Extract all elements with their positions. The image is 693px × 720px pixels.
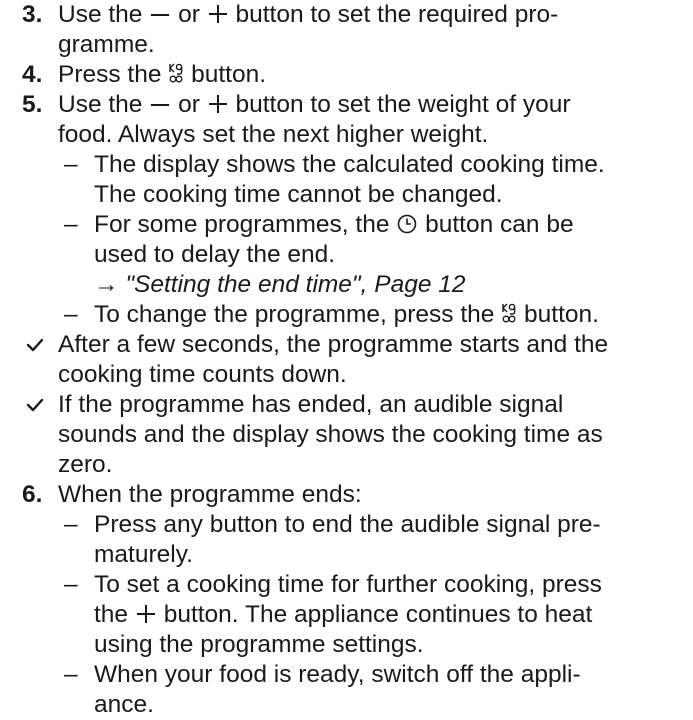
kg-weight-icon — [502, 303, 516, 323]
arrow-icon: → — [94, 271, 119, 298]
dash-bullet: – — [64, 511, 78, 538]
dash-bullet: – — [64, 151, 78, 178]
sub-item-line: The display shows the calculated cooking… — [94, 151, 605, 178]
minus-icon — [151, 14, 170, 16]
sub-item: – The display shows the calculated cooki… — [58, 150, 685, 210]
step-number: 4. — [22, 61, 43, 88]
instruction-page: 3. Use the or button to set the required… — [0, 0, 693, 718]
sub-item-line: the button. The appliance continues to h… — [94, 600, 685, 630]
step-number: 3. — [22, 1, 43, 28]
sub-item-text: button. The appliance continues to heat — [163, 601, 593, 628]
dash-bullet: – — [64, 301, 78, 328]
step-text-line: When the programme ends: — [58, 481, 362, 508]
dash-bullet: – — [64, 211, 78, 238]
sub-item-text: To change the programme, press the — [94, 301, 495, 328]
checkmark-icon — [26, 338, 44, 352]
kg-weight-icon — [169, 63, 183, 83]
step-text-line: Use the or button to set the weight of y… — [58, 90, 685, 120]
step-text: or — [178, 91, 200, 118]
cross-reference: → "Setting the end time", Page 12 — [94, 270, 685, 300]
sub-item-text: For some programmes, the — [94, 211, 390, 238]
result-text-line: sounds and the display shows the cooking… — [58, 421, 603, 448]
plus-icon — [208, 5, 227, 23]
step-text-line: Press the button. — [58, 60, 685, 90]
sub-item: – Press any button to end the audible si… — [58, 510, 685, 570]
sub-item: – When your food is ready, switch off th… — [58, 660, 685, 720]
step-text-line: Use the or button to set the required pr… — [58, 0, 685, 30]
step-text-line: gramme. — [58, 31, 155, 58]
plus-icon — [208, 95, 227, 113]
sub-item-line: To set a cooking time for further cookin… — [94, 571, 602, 598]
step-text-line: food. Always set the next higher weight. — [58, 121, 489, 148]
step-text: button. — [191, 61, 267, 88]
step-6: 6. When the programme ends: — [22, 480, 685, 510]
sub-item: – For some programmes, the button can be… — [58, 210, 685, 300]
step-3: 3. Use the or button to set the required… — [22, 0, 685, 60]
sub-item: – To change the programme, press the but… — [58, 300, 685, 330]
clock-icon — [397, 214, 417, 234]
step-text: Use the — [58, 1, 143, 28]
result-text-line: zero. — [58, 451, 113, 478]
sub-item-text: button. — [524, 301, 599, 328]
sub-item-line: using the programme settings. — [94, 631, 424, 658]
result-item: After a few seconds, the programme start… — [22, 330, 685, 390]
step-number: 6. — [22, 481, 43, 508]
result-text-line: After a few seconds, the programme start… — [58, 331, 609, 358]
minus-icon — [151, 104, 170, 106]
step-text: Press the — [58, 61, 162, 88]
dash-bullet: – — [64, 571, 78, 598]
sub-item-line: When your food is ready, switch off the … — [94, 661, 581, 688]
step-number: 5. — [22, 91, 43, 118]
sub-item-text: the — [94, 601, 129, 628]
result-text-line: If the programme has ended, an audible s… — [58, 391, 564, 418]
dash-bullet: – — [64, 661, 78, 688]
sub-item-line: For some programmes, the button can be — [94, 210, 685, 240]
sub-item: – To set a cooking time for further cook… — [58, 570, 685, 660]
step-5: 5. Use the or button to set the weight o… — [22, 90, 685, 150]
sub-item-line: maturely. — [94, 541, 193, 568]
step-text: or — [178, 1, 200, 28]
result-text-line: cooking time counts down. — [58, 361, 347, 388]
step-4: 4. Press the button. — [22, 60, 685, 90]
step-text: Use the — [58, 91, 143, 118]
sub-item-line: To change the programme, press the butto… — [94, 300, 685, 330]
result-item: If the programme has ended, an audible s… — [22, 390, 685, 480]
sub-item-line: Press any button to end the audible sign… — [94, 511, 601, 538]
cross-reference-link[interactable]: "Setting the end time", Page 12 — [125, 271, 465, 298]
sub-item-text: button can be — [425, 211, 574, 238]
plus-icon — [136, 605, 155, 623]
sub-item-line: The cooking time cannot be changed. — [94, 181, 503, 208]
step-text: button to set the required pro- — [235, 1, 559, 28]
checkmark-icon — [26, 398, 44, 412]
step-text: button to set the weight of your — [235, 91, 571, 118]
sub-item-line: used to delay the end. — [94, 241, 336, 268]
